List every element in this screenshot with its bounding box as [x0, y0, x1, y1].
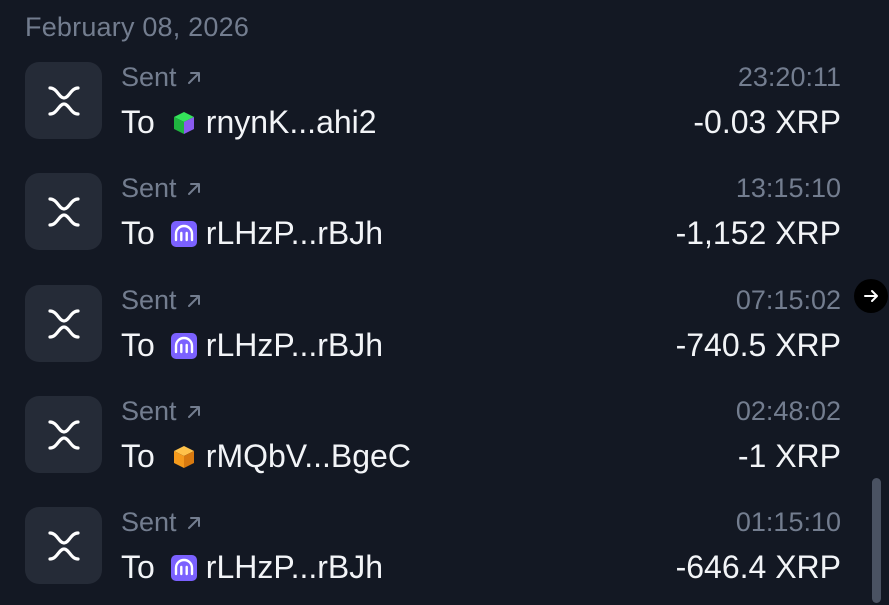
arrow-up-right-icon: [187, 516, 200, 529]
tx-amount: -646.4 XRP: [675, 549, 841, 585]
to-label: To: [121, 215, 155, 251]
transaction-row[interactable]: Sent To rMQbV...BgeC 02:48:02 -1 XRP: [0, 396, 860, 496]
xrp-icon: [25, 173, 102, 250]
kraken-icon: [170, 554, 197, 581]
tx-recipient: To rMQbV...BgeC: [121, 438, 411, 475]
transaction-row[interactable]: Sent To rnynK...ahi2 23:20:11 -0.03 XRP: [0, 62, 860, 162]
arrow-up-right-icon: [187, 182, 200, 195]
to-label: To: [121, 438, 155, 474]
tx-time: 02:48:02: [735, 396, 841, 426]
tx-amount: -0.03 XRP: [693, 104, 841, 140]
kraken-icon: [170, 220, 197, 247]
tx-address: rMQbV...BgeC: [205, 438, 411, 474]
tx-type: Sent: [121, 396, 203, 427]
tx-type: Sent: [121, 507, 203, 538]
transaction-row[interactable]: Sent To rLHzP...rBJh 13:15:10 -1,152 XRP: [0, 173, 860, 273]
xrp-icon: [25, 62, 102, 139]
tx-type-label: Sent: [121, 62, 177, 92]
tx-recipient: To rLHzP...rBJh: [121, 215, 383, 252]
tx-amount: -1 XRP: [737, 438, 841, 474]
arrow-up-right-icon: [187, 405, 200, 418]
orange-cube-icon: [173, 445, 194, 468]
green-cube-icon: [173, 111, 194, 134]
tx-address: rnynK...ahi2: [205, 104, 377, 140]
tx-time: 23:20:11: [737, 62, 841, 92]
arrow-up-right-icon: [187, 294, 200, 307]
tx-time: 07:15:02: [735, 285, 841, 315]
date-header: February 08, 2026: [25, 12, 250, 42]
arrow-up-right-icon: [187, 71, 200, 84]
tx-recipient: To rLHzP...rBJh: [121, 327, 383, 364]
arrow-right-icon: [864, 290, 878, 302]
xrp-icon: [25, 285, 102, 362]
tx-type: Sent: [121, 173, 203, 204]
transaction-history: February 08, 2026 Sent To rnynK...ahi2 2…: [0, 0, 889, 605]
tx-recipient: To rnynK...ahi2: [121, 104, 377, 141]
tx-time: 01:15:10: [735, 507, 841, 537]
tx-type-label: Sent: [121, 396, 177, 426]
tx-type-label: Sent: [121, 285, 177, 315]
next-arrow-button[interactable]: [854, 279, 888, 313]
tx-amount: -1,152 XRP: [675, 215, 841, 251]
tx-type: Sent: [121, 62, 203, 93]
to-label: To: [121, 549, 155, 585]
transaction-row[interactable]: Sent To rLHzP...rBJh 07:15:02 -740.5 XRP: [0, 285, 860, 385]
xrp-icon: [25, 507, 102, 584]
tx-amount: -740.5 XRP: [675, 327, 841, 363]
kraken-icon: [170, 332, 197, 359]
transaction-row[interactable]: Sent To rLHzP...rBJh 01:15:10 -646.4 XRP: [0, 507, 860, 605]
tx-address: rLHzP...rBJh: [205, 327, 384, 363]
tx-type: Sent: [121, 285, 203, 316]
scrollbar-thumb[interactable]: [872, 478, 881, 603]
tx-type-label: Sent: [121, 173, 177, 203]
tx-type-label: Sent: [121, 507, 177, 537]
tx-address: rLHzP...rBJh: [205, 549, 384, 585]
to-label: To: [121, 327, 155, 363]
tx-recipient: To rLHzP...rBJh: [121, 549, 383, 586]
xrp-icon: [25, 396, 102, 473]
tx-time: 13:15:10: [735, 173, 841, 203]
tx-address: rLHzP...rBJh: [205, 215, 384, 251]
to-label: To: [121, 104, 155, 140]
